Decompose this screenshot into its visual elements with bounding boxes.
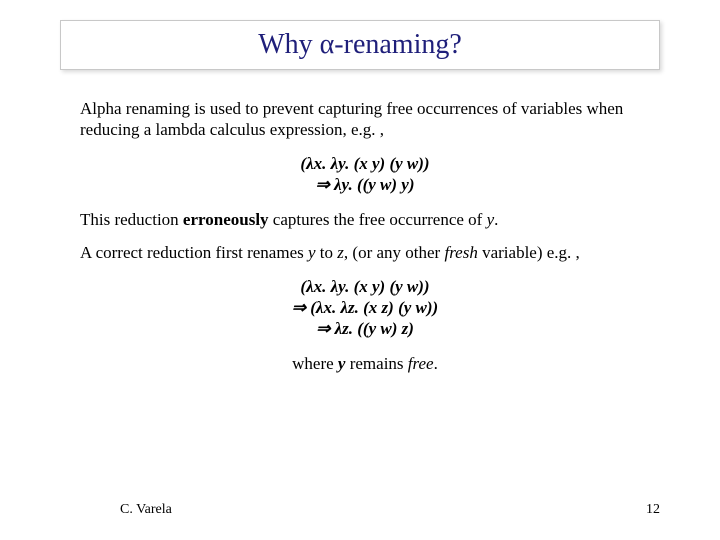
- slide-title: Why α-renaming?: [71, 29, 649, 61]
- p3-to: to: [316, 243, 338, 262]
- formula-1-line-2: ⇒ λy. ((y w) y): [80, 174, 650, 195]
- formula-2-line-1: (λx. λy. (x y) (y w)): [80, 276, 650, 297]
- where-end: .: [434, 354, 438, 373]
- correct-paragraph: A correct reduction first renames y to z…: [80, 242, 650, 263]
- footer-page-number: 12: [646, 502, 660, 518]
- where-free: free: [408, 354, 434, 373]
- where-mid: remains: [345, 354, 407, 373]
- formula-2-line-3: ⇒ λz. ((y w) z): [80, 318, 650, 339]
- p2-end: .: [494, 210, 498, 229]
- p2-bold: erroneously: [183, 210, 269, 229]
- slide: Why α-renaming? Alpha renaming is used t…: [0, 0, 720, 540]
- formula-2: (λx. λy. (x y) (y w)) ⇒ (λx. λz. (x z) (…: [80, 276, 650, 340]
- footer-author: C. Varela: [120, 502, 172, 518]
- p3-z: z: [337, 243, 344, 262]
- intro-paragraph: Alpha renaming is used to prevent captur…: [80, 98, 650, 141]
- p3-mid: , (or any other: [344, 243, 445, 262]
- p3-post: variable) e.g. ,: [478, 243, 580, 262]
- where-pre: where: [292, 354, 338, 373]
- p2-pre: This reduction: [80, 210, 183, 229]
- title-box: Why α-renaming?: [60, 20, 660, 70]
- formula-1: (λx. λy. (x y) (y w)) ⇒ λy. ((y w) y): [80, 153, 650, 196]
- formula-1-line-1: (λx. λy. (x y) (y w)): [80, 153, 650, 174]
- formula-2-line-2: ⇒ (λx. λz. (x z) (y w)): [80, 297, 650, 318]
- where-line: where y remains free.: [80, 353, 650, 374]
- p3-y: y: [308, 243, 316, 262]
- p2-post: captures the free occurrence of: [269, 210, 487, 229]
- p3-fresh: fresh: [444, 243, 477, 262]
- body: Alpha renaming is used to prevent captur…: [80, 98, 650, 375]
- p3-pre: A correct reduction first renames: [80, 243, 308, 262]
- error-paragraph: This reduction erroneously captures the …: [80, 209, 650, 230]
- p2-y: y: [487, 210, 495, 229]
